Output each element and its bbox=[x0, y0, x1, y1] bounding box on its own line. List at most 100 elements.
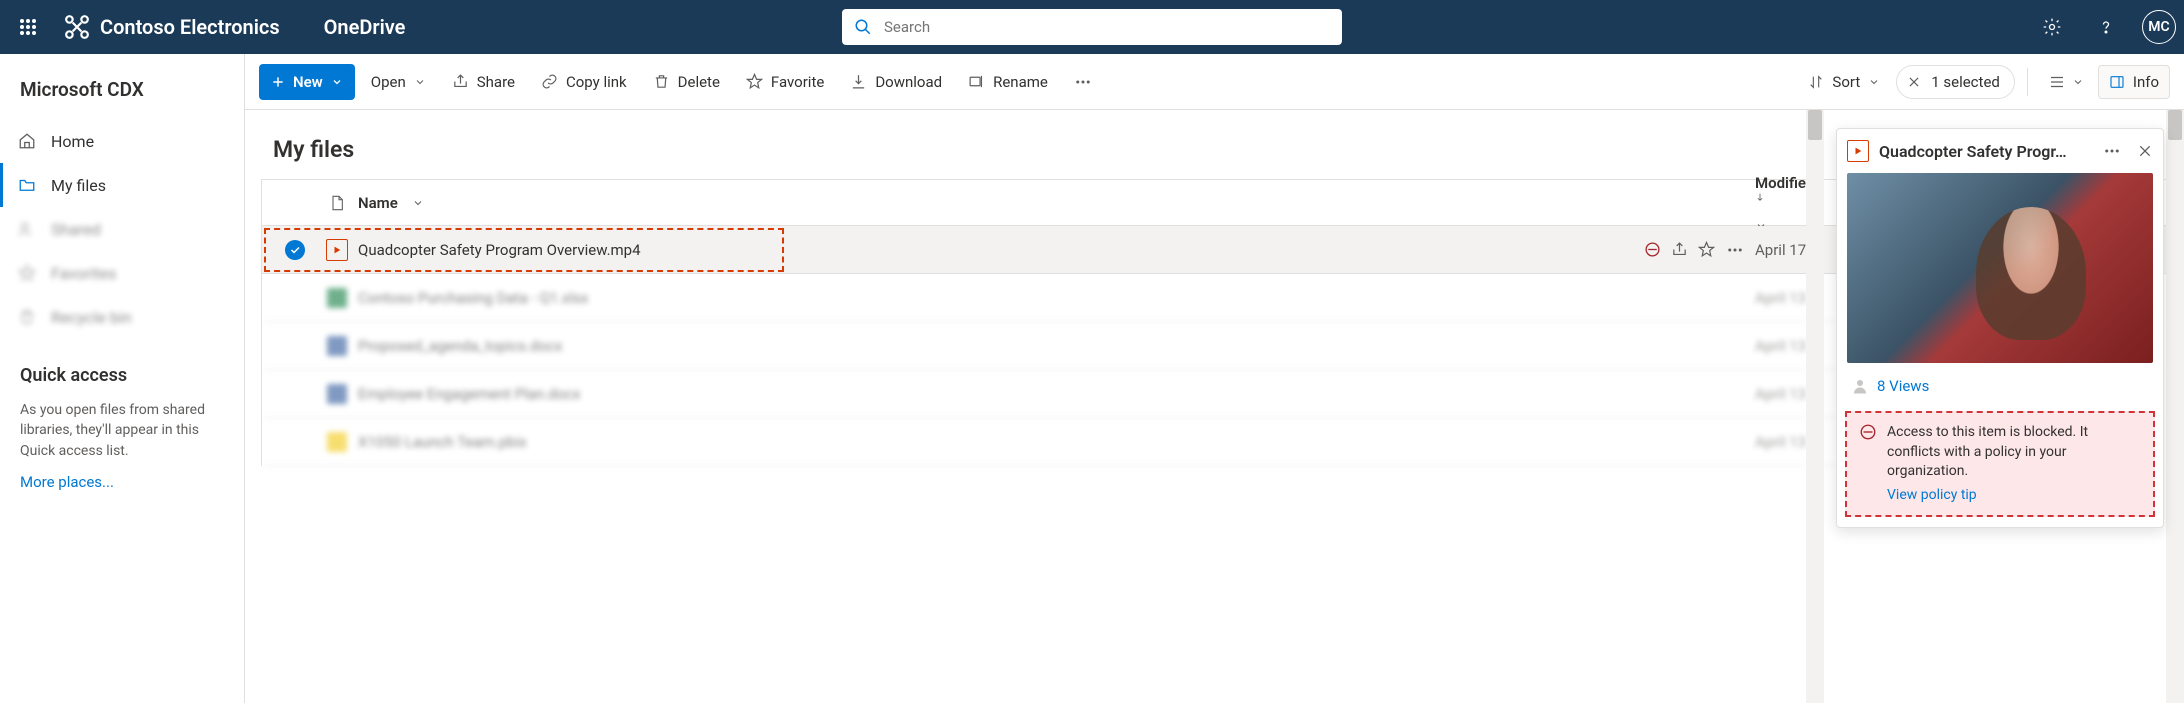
favorite-row-icon[interactable] bbox=[1698, 241, 1715, 258]
list-view-icon bbox=[2048, 73, 2066, 91]
main-region: New Open Share Copy link Delete Fav bbox=[245, 54, 2184, 703]
close-icon[interactable] bbox=[2137, 143, 2153, 159]
chevron-down-icon bbox=[2072, 76, 2084, 88]
sidebar-item-myfiles[interactable]: My files bbox=[0, 163, 244, 207]
folder-icon bbox=[17, 175, 37, 195]
app-launcher-icon[interactable] bbox=[8, 7, 48, 47]
details-more-icon[interactable] bbox=[2103, 142, 2121, 160]
file-name[interactable]: Employee Engagement Plan.docx bbox=[358, 385, 580, 403]
open-label: Open bbox=[371, 73, 406, 91]
sidebar-item-label: My files bbox=[51, 176, 106, 195]
ellipsis-icon bbox=[1074, 73, 1092, 91]
command-bar: New Open Share Copy link Delete Fav bbox=[245, 54, 2184, 110]
app-name[interactable]: OneDrive bbox=[324, 15, 406, 39]
plus-icon bbox=[271, 75, 285, 89]
powerbi-file-icon bbox=[327, 432, 347, 452]
video-thumbnail[interactable] bbox=[1847, 173, 2153, 363]
star-icon bbox=[746, 73, 763, 90]
brand-logo-icon bbox=[64, 14, 90, 40]
more-commands-button[interactable] bbox=[1064, 64, 1102, 100]
sidebar-item-recyclebin[interactable]: Recycle bin bbox=[0, 295, 244, 339]
view-options-button[interactable] bbox=[2040, 65, 2092, 99]
video-file-icon bbox=[1847, 140, 1869, 162]
sidebar-item-favorites[interactable]: Favorites bbox=[0, 251, 244, 295]
page-scrollbar[interactable] bbox=[2166, 110, 2184, 703]
copylink-label: Copy link bbox=[566, 73, 627, 91]
sidebar-item-shared[interactable]: Shared bbox=[0, 207, 244, 251]
word-file-icon bbox=[327, 336, 347, 356]
share-icon bbox=[452, 73, 469, 90]
star-icon bbox=[17, 263, 37, 283]
share-button[interactable]: Share bbox=[442, 64, 525, 100]
suite-header: Contoso Electronics OneDrive MC bbox=[0, 0, 2184, 54]
clear-selection-icon[interactable] bbox=[1907, 75, 1921, 89]
avatar-initials: MC bbox=[2148, 19, 2169, 35]
toolbar-divider bbox=[2027, 68, 2028, 96]
home-icon bbox=[17, 131, 37, 151]
brand[interactable]: Contoso Electronics bbox=[58, 14, 286, 40]
file-name[interactable]: Contoso Purchasing Data - Q1.xlsx bbox=[358, 289, 588, 307]
sidebar-item-label: Shared bbox=[51, 220, 101, 239]
search-input[interactable] bbox=[882, 17, 1330, 37]
details-title: Quadcopter Safety Progr… bbox=[1879, 142, 2093, 161]
view-policy-tip-link[interactable]: View policy tip bbox=[1887, 486, 1977, 506]
policy-warning-banner: Access to this item is blocked. It confl… bbox=[1845, 411, 2155, 517]
file-name[interactable]: Quadcopter Safety Program Overview.mp4 bbox=[358, 241, 641, 259]
warning-text: Access to this item is blocked. It confl… bbox=[1887, 424, 2088, 479]
delete-icon bbox=[653, 73, 670, 90]
share-label: Share bbox=[477, 73, 515, 91]
favorite-button[interactable]: Favorite bbox=[736, 64, 834, 100]
row-more-button[interactable] bbox=[1715, 241, 1755, 259]
file-name[interactable]: Proposed_agenda_topics.docx bbox=[358, 337, 562, 355]
link-icon bbox=[541, 73, 558, 90]
delete-label: Delete bbox=[678, 73, 720, 91]
video-file-icon bbox=[326, 239, 348, 261]
views-link[interactable]: 8 Views bbox=[1877, 377, 1929, 395]
file-name[interactable]: X1050 Launch Team.pbix bbox=[358, 433, 527, 451]
favorite-label: Favorite bbox=[771, 73, 824, 91]
chevron-down-icon bbox=[412, 197, 424, 209]
sort-icon bbox=[1808, 74, 1824, 90]
blocked-icon bbox=[1859, 423, 1877, 505]
sidebar-item-label: Favorites bbox=[51, 264, 116, 283]
tenant-name: Microsoft CDX bbox=[0, 72, 244, 119]
sort-label: Sort bbox=[1832, 73, 1860, 91]
account-avatar[interactable]: MC bbox=[2142, 10, 2176, 44]
details-pane-flyout: Quadcopter Safety Progr… 8 Views Access … bbox=[1836, 128, 2164, 528]
person-icon bbox=[1851, 377, 1869, 395]
left-nav: Microsoft CDX Home My files Shared Favor… bbox=[0, 54, 245, 703]
search-icon bbox=[854, 18, 872, 36]
rename-button[interactable]: Rename bbox=[958, 64, 1058, 100]
sort-button[interactable]: Sort bbox=[1798, 64, 1890, 100]
column-name[interactable]: Name bbox=[358, 194, 1625, 212]
filetype-column-icon[interactable] bbox=[316, 194, 358, 212]
copylink-button[interactable]: Copy link bbox=[531, 64, 637, 100]
info-button[interactable]: Info bbox=[2098, 65, 2170, 99]
quick-access-description: As you open files from shared libraries,… bbox=[0, 394, 244, 461]
sidebar-item-label: Recycle bin bbox=[51, 308, 132, 327]
rename-icon bbox=[968, 73, 985, 90]
row-select-checkbox[interactable] bbox=[285, 240, 305, 260]
more-places-link[interactable]: More places... bbox=[20, 473, 114, 491]
new-label: New bbox=[293, 73, 323, 91]
sidebar-item-home[interactable]: Home bbox=[0, 119, 244, 163]
delete-button[interactable]: Delete bbox=[643, 64, 730, 100]
share-row-icon[interactable] bbox=[1671, 241, 1688, 258]
selection-count[interactable]: 1 selected bbox=[1896, 65, 2015, 99]
download-button[interactable]: Download bbox=[840, 64, 952, 100]
info-label: Info bbox=[2133, 73, 2159, 91]
new-button[interactable]: New bbox=[259, 64, 355, 100]
search-box[interactable] bbox=[842, 9, 1342, 45]
download-label: Download bbox=[875, 73, 942, 91]
sidebar-item-label: Home bbox=[51, 132, 94, 151]
word-file-icon bbox=[327, 384, 347, 404]
chevron-down-icon bbox=[414, 76, 426, 88]
settings-icon[interactable] bbox=[2034, 9, 2070, 45]
rename-label: Rename bbox=[993, 73, 1048, 91]
open-button[interactable]: Open bbox=[361, 64, 436, 100]
quick-access-heading: Quick access bbox=[0, 339, 244, 394]
people-icon bbox=[17, 219, 37, 239]
block-icon[interactable] bbox=[1644, 241, 1661, 258]
content-scrollbar[interactable] bbox=[1806, 110, 1824, 703]
help-icon[interactable] bbox=[2088, 9, 2124, 45]
